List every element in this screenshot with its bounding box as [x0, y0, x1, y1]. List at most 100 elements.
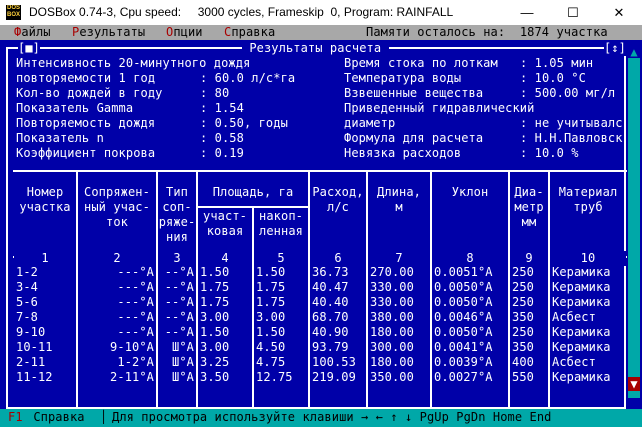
- header-flow: Расход, л/с: [312, 185, 364, 214]
- menu-files[interactable]: Файлы: [14, 25, 51, 40]
- cell-length: 300.00: [370, 340, 414, 354]
- menu-results[interactable]: Результаты: [72, 25, 145, 40]
- cell-flow: 40.47: [312, 280, 349, 294]
- param-label: Время стока по лоткам: [344, 56, 498, 70]
- f1-key[interactable]: F1: [8, 410, 23, 425]
- cell-slope: 0.0039°A: [434, 355, 493, 369]
- dosbox-icon: DOS BOX: [6, 5, 21, 20]
- vertical-scrollbar[interactable]: [628, 58, 640, 398]
- param-label: Интенсивность 20-минутного дождя: [16, 56, 251, 70]
- cell-diameter: 250: [512, 295, 534, 309]
- cell-slope: 0.0027°A: [434, 370, 493, 384]
- cell-type: --°A: [164, 295, 194, 309]
- cell-length: 180.00: [370, 355, 414, 369]
- param-value: : 0.19: [200, 146, 244, 160]
- cell-slope: 0.0051°A: [434, 265, 493, 279]
- cell-type: --°A: [164, 280, 194, 294]
- panel-resize-box[interactable]: [↕]: [604, 41, 626, 56]
- cell-type: --°A: [164, 325, 194, 339]
- cell-slope: 0.0041°A: [434, 340, 493, 354]
- cell-material: Керамика: [552, 265, 611, 279]
- menu-bar: Файлы Результаты Опции Справка Памяти ос…: [0, 25, 642, 40]
- cell-conj: ---°A: [117, 310, 154, 324]
- cell-conj: ---°A: [117, 265, 154, 279]
- cell-type: --°A: [164, 310, 194, 324]
- param-label: Температура воды: [344, 71, 462, 85]
- cell-slope: 0.0050°A: [434, 325, 493, 339]
- cell-material: Керамика: [552, 340, 611, 354]
- cell-diameter: 400: [512, 355, 534, 369]
- cell-length: 350.00: [370, 370, 414, 384]
- maximize-button[interactable]: ☐: [550, 0, 596, 25]
- column-divider: [196, 170, 198, 410]
- header-area-section: участ- ковая: [203, 209, 247, 238]
- param-label: Приведенный гидравлический: [344, 101, 535, 115]
- param-label: Невязка расходов: [344, 146, 462, 160]
- param-label: Кол-во дождей в году: [16, 86, 163, 100]
- param-value: : не учитывалс: [520, 116, 623, 130]
- cell-area-section: 3.00: [200, 310, 230, 324]
- cell-area-accumulated: 1.75: [256, 295, 286, 309]
- param-value: : 60.0 л/с*га: [200, 71, 296, 85]
- scroll-down-arrow-icon[interactable]: ▼: [628, 377, 640, 391]
- close-button[interactable]: ✕: [596, 0, 642, 25]
- cell-conj: 1-2°A: [117, 355, 154, 369]
- cell-material: Асбест: [552, 310, 596, 324]
- menu-files-label: айлы: [21, 25, 51, 39]
- param-label: Коэффициент покрова: [16, 146, 156, 160]
- window-titlebar[interactable]: DOS BOX DOSBox 0.74-3, Cpu speed: 3000 cy…: [0, 0, 642, 25]
- cell-material: Керамика: [552, 325, 611, 339]
- column-divider: [430, 170, 432, 410]
- param-value: : 10.0 %: [520, 146, 579, 160]
- memory-indicator: Памяти осталось на: 1874 участка: [366, 25, 608, 39]
- cell-conj: ---°A: [117, 280, 154, 294]
- cell-area-accumulated: 1.50: [256, 265, 286, 279]
- column-number-type: 3: [158, 251, 196, 266]
- param-label: Формула для расчета: [344, 131, 484, 145]
- menu-options[interactable]: Опции: [166, 25, 203, 40]
- param-value: : 0.58: [200, 131, 244, 145]
- cell-type: Ш°A: [172, 355, 194, 369]
- column-number-diameter: 9: [510, 251, 548, 266]
- cell-material: Керамика: [552, 280, 611, 294]
- cell-num: 10-11: [16, 340, 53, 354]
- header-section-number: Номер участка: [19, 185, 71, 214]
- cell-material: Керамика: [552, 295, 611, 309]
- column-number-area-accumulated: 5: [254, 251, 308, 266]
- header-area: Площадь, га: [212, 185, 294, 199]
- menu-help[interactable]: Справка: [224, 25, 275, 40]
- param-label: диаметр: [344, 116, 396, 130]
- header-length: Длина, м: [377, 185, 421, 214]
- minimize-button[interactable]: —: [504, 0, 550, 25]
- cell-area-section: 1.50: [200, 325, 230, 339]
- param-value: : 1.54: [200, 101, 244, 115]
- cell-flow: 93.79: [312, 340, 349, 354]
- cell-material: Керамика: [552, 370, 611, 384]
- cell-num: 1-2: [16, 265, 38, 279]
- menu-help-label: правка: [231, 25, 276, 39]
- table-top-border: [13, 170, 627, 172]
- cell-length: 380.00: [370, 310, 414, 324]
- cell-conj: ---°A: [117, 295, 154, 309]
- param-value: : Н.Н.Павловск: [520, 131, 623, 145]
- param-value: : 80: [200, 86, 230, 100]
- cell-type: Ш°A: [172, 370, 194, 384]
- cell-area-accumulated: 1.75: [256, 280, 286, 294]
- column-number-material: 10: [550, 251, 626, 266]
- cell-diameter: 250: [512, 280, 534, 294]
- f1-help-label[interactable]: Справка: [26, 410, 85, 425]
- cell-area-section: 3.50: [200, 370, 230, 384]
- param-label: Показатель Gamma: [16, 101, 134, 115]
- column-number-num: 1: [14, 251, 76, 266]
- scroll-up-arrow-icon[interactable]: ▲: [628, 45, 640, 60]
- status-bar: F1 Справка │ Для просмотра используйте к…: [0, 409, 642, 427]
- param-value: : 500.00 мг/л: [520, 86, 616, 100]
- menu-results-label: езультаты: [79, 25, 146, 39]
- cell-flow: 40.40: [312, 295, 349, 309]
- window-title: DOSBox 0.74-3, Cpu speed: 3000 cycles, F…: [29, 5, 454, 19]
- panel-close-box[interactable]: [■]: [18, 41, 40, 56]
- cell-num: 9-10: [16, 325, 46, 339]
- column-number-conj: 2: [78, 251, 156, 266]
- cell-area-section: 1.75: [200, 280, 230, 294]
- cell-material: Асбест: [552, 355, 596, 369]
